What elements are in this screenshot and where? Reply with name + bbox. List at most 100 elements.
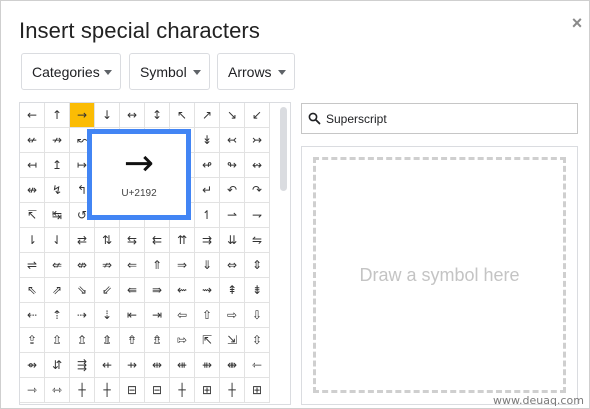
character-cell[interactable]: ⇩ [245,303,270,328]
character-cell[interactable]: ⇓ [195,253,220,278]
character-cell[interactable]: ⇕ [245,253,270,278]
character-cell[interactable]: ↮ [20,178,45,203]
character-cell[interactable]: ⇽ [245,353,270,378]
character-cell[interactable]: → [70,103,95,128]
character-cell[interactable]: ⇤ [120,303,145,328]
character-cell[interactable]: ⇥ [145,303,170,328]
character-cell[interactable]: ⇎ [70,253,95,278]
character-cell[interactable]: ↤ [20,153,45,178]
character-cell[interactable]: ⇂ [20,228,45,253]
character-cell[interactable]: ⇯ [145,328,170,353]
character-cell[interactable]: ⇘ [70,278,95,303]
character-cell[interactable]: ↿ [195,203,220,228]
character-cell[interactable]: ⇔ [220,253,245,278]
character-cell[interactable]: ⇀ [220,203,245,228]
character-cell[interactable]: ┼ [95,378,120,403]
character-cell[interactable]: ⊟ [120,378,145,403]
character-cell[interactable]: ↑ [45,103,70,128]
character-cell[interactable]: ⇆ [120,228,145,253]
character-cell[interactable]: ⇌ [20,253,45,278]
character-cell[interactable]: ⇣ [95,303,120,328]
symbol-dropdown[interactable]: Symbol [129,53,210,90]
character-cell[interactable]: ⇫ [45,328,70,353]
character-cell[interactable]: ⇑ [145,253,170,278]
character-cell[interactable]: ↯ [45,178,70,203]
character-cell[interactable]: ↬ [220,153,245,178]
character-cell[interactable]: ⊟ [145,378,170,403]
character-cell[interactable]: ↙ [245,103,270,128]
character-cell[interactable]: ⇦ [170,303,195,328]
character-cell[interactable]: ⇇ [145,228,170,253]
close-icon[interactable]: × [569,13,585,33]
character-cell[interactable]: ⇿ [45,378,70,403]
character-cell[interactable]: ⇠ [20,303,45,328]
character-cell[interactable]: ⇏ [95,253,120,278]
character-cell[interactable]: ⇡ [45,303,70,328]
character-cell[interactable]: ⇢ [70,303,95,328]
arrows-dropdown[interactable]: Arrows [217,53,295,90]
character-cell[interactable]: ⊞ [195,378,220,403]
character-cell[interactable]: ⇵ [45,353,70,378]
categories-dropdown[interactable]: Categories [21,53,121,90]
character-cell[interactable]: ↵ [195,178,220,203]
character-cell[interactable]: ↕ [145,103,170,128]
character-cell[interactable]: ↡ [195,128,220,153]
character-cell[interactable]: ↖ [170,103,195,128]
character-cell[interactable]: ┼ [170,378,195,403]
character-cell[interactable]: ⇉ [195,228,220,253]
character-cell[interactable]: ↚ [20,128,45,153]
character-cell[interactable]: ↫ [195,153,220,178]
character-cell[interactable]: ↸ [20,203,45,228]
character-cell[interactable]: ⇁ [245,203,270,228]
search-box[interactable] [301,103,578,134]
character-cell[interactable]: ⇊ [220,228,245,253]
character-cell[interactable]: ⇋ [245,228,270,253]
character-cell[interactable]: ⇅ [95,228,120,253]
character-cell[interactable]: ⇭ [95,328,120,353]
character-cell[interactable]: ⇄ [70,228,95,253]
character-cell[interactable]: ⇴ [20,353,45,378]
character-cell[interactable]: ↔ [120,103,145,128]
search-input[interactable] [326,105,566,132]
character-cell[interactable]: ↷ [245,178,270,203]
character-cell[interactable]: ⇹ [145,353,170,378]
character-cell[interactable]: ⇸ [120,353,145,378]
character-cell[interactable]: ⇺ [170,353,195,378]
character-cell[interactable]: ↓ [95,103,120,128]
character-cell[interactable]: ↘ [220,103,245,128]
character-cell[interactable]: ⇙ [95,278,120,303]
character-cell[interactable]: ↹ [45,203,70,228]
character-cell[interactable]: ↛ [45,128,70,153]
character-cell[interactable]: ⇖ [20,278,45,303]
character-cell[interactable]: ⇛ [145,278,170,303]
character-cell[interactable]: ⇮ [120,328,145,353]
character-cell[interactable]: ⇧ [195,303,220,328]
character-cell[interactable]: ← [20,103,45,128]
character-cell[interactable]: ┼ [220,378,245,403]
character-cell[interactable]: ⇨ [220,303,245,328]
character-cell[interactable]: ⇟ [245,278,270,303]
character-cell[interactable]: ⇐ [120,253,145,278]
character-cell[interactable]: ⇈ [170,228,195,253]
character-cell[interactable]: ⇍ [45,253,70,278]
character-cell[interactable]: ⇪ [20,328,45,353]
character-cell[interactable]: ⇗ [45,278,70,303]
character-cell[interactable]: ⇝ [195,278,220,303]
character-cell[interactable]: ⊞ [245,378,270,403]
character-cell[interactable]: ⇲ [220,328,245,353]
character-cell[interactable]: ↶ [220,178,245,203]
scrollbar-track[interactable] [276,103,290,404]
character-cell[interactable]: ⇱ [195,328,220,353]
character-cell[interactable]: ⇞ [220,278,245,303]
draw-canvas[interactable]: Draw a symbol here [313,157,566,393]
character-cell[interactable]: ↗ [195,103,220,128]
character-cell[interactable]: ⇳ [245,328,270,353]
character-cell[interactable]: ⇼ [220,353,245,378]
character-cell[interactable]: ⇃ [45,228,70,253]
character-cell[interactable]: ⇬ [70,328,95,353]
character-cell[interactable]: ⇶ [70,353,95,378]
character-cell[interactable]: ↥ [45,153,70,178]
character-cell[interactable]: ┼ [70,378,95,403]
character-cell[interactable]: ⇾ [20,378,45,403]
scrollbar-thumb[interactable] [280,107,287,191]
